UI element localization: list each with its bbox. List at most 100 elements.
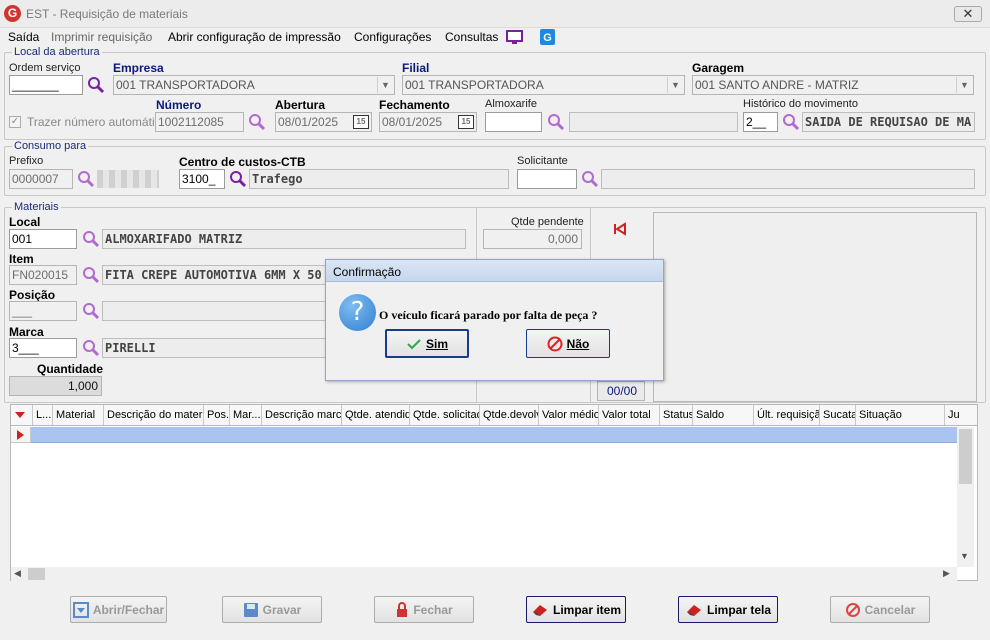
grid-col-3[interactable]: Pos.: [204, 405, 230, 425]
limpar-tela-button[interactable]: Limpar tela: [678, 596, 778, 623]
grid-col-2[interactable]: Descrição do material: [104, 405, 204, 425]
grid-col-5[interactable]: Descrição marca: [262, 405, 342, 425]
centro-custos-description: Trafego: [249, 169, 509, 189]
limpar-item-button[interactable]: Limpar item: [526, 596, 626, 623]
table-row[interactable]: [31, 427, 957, 443]
historico-label: Histórico do movimento: [743, 98, 858, 110]
gravar-button[interactable]: Gravar: [222, 596, 322, 623]
centro-custos-label: Centro de custos-CTB: [179, 155, 306, 169]
abertura-date-input[interactable]: 08/01/2025 15: [275, 112, 372, 132]
numero-input[interactable]: 1002112085: [155, 112, 244, 132]
close-button[interactable]: ✕: [954, 6, 982, 22]
check-icon: [407, 338, 421, 349]
search-icon[interactable]: [82, 230, 100, 248]
grid-col-1[interactable]: Material: [53, 405, 104, 425]
historico-code-input[interactable]: 2__: [743, 112, 778, 132]
prefixo-input[interactable]: 0000007: [9, 169, 73, 189]
scrollbar-thumb[interactable]: [28, 568, 45, 580]
search-icon[interactable]: [82, 339, 100, 357]
ordem-servico-input[interactable]: _______: [9, 75, 83, 95]
chevron-right-icon[interactable]: ▶: [943, 568, 950, 579]
grid-body[interactable]: [10, 426, 978, 581]
quantidade-input[interactable]: 1,000: [9, 376, 102, 396]
grid-col-12[interactable]: Saldo: [693, 405, 754, 425]
search-icon[interactable]: [82, 302, 100, 320]
garagem-value: 001 SANTO ANDRE - MATRIZ: [695, 78, 859, 92]
grid-col-14[interactable]: Sucata: [820, 405, 856, 425]
grid-col-15[interactable]: Situação: [856, 405, 945, 425]
search-icon[interactable]: [229, 170, 247, 188]
chevron-down-icon[interactable]: ▼: [667, 77, 683, 93]
title-bar: G EST - Requisição de materiais ✕: [0, 0, 990, 28]
no-button[interactable]: Não: [526, 329, 610, 358]
historico-description: SAIDA DE REQUISAO DE MA: [802, 112, 975, 132]
scrollbar-thumb[interactable]: [959, 429, 972, 484]
fechar-button[interactable]: Fechar: [374, 596, 474, 623]
posicao-input[interactable]: ___: [9, 301, 77, 321]
grid-col-9[interactable]: Valor médio: [539, 405, 599, 425]
chevron-down-icon[interactable]: ▼: [956, 77, 972, 93]
menu-consultas[interactable]: Consultas: [445, 28, 498, 46]
solicitante-input[interactable]: [517, 169, 577, 189]
fechamento-date-value: 08/01/2025: [382, 115, 443, 129]
no-label: Não: [566, 336, 590, 351]
almoxarife-input[interactable]: [485, 112, 542, 132]
grid-col-16[interactable]: Ju: [945, 405, 977, 425]
save-icon: [243, 602, 258, 617]
almoxarife-description: [569, 112, 738, 132]
empresa-select[interactable]: 001 TRANSPORTADORA ▼: [113, 75, 395, 95]
calendar-icon[interactable]: 15: [458, 115, 474, 129]
grid-col-10[interactable]: Valor total: [599, 405, 660, 425]
centro-custos-input[interactable]: 3100_: [179, 169, 225, 189]
search-icon[interactable]: [782, 113, 800, 131]
search-icon[interactable]: [581, 170, 599, 188]
search-icon[interactable]: [547, 113, 565, 131]
vertical-scrollbar[interactable]: ▼: [957, 427, 974, 567]
posicao-label: Posição: [9, 288, 56, 302]
first-record-icon[interactable]: [613, 222, 627, 236]
solicitante-description: [601, 169, 975, 189]
cancelar-button[interactable]: Cancelar: [830, 596, 930, 623]
menu-imprimir-requisicao[interactable]: Imprimir requisição: [51, 28, 152, 46]
search-icon[interactable]: [248, 113, 266, 131]
limpar-tela-label: Limpar tela: [706, 602, 772, 617]
gravar-label: Gravar: [262, 602, 302, 617]
grid-col-4[interactable]: Mar...: [230, 405, 262, 425]
garagem-select[interactable]: 001 SANTO ANDRE - MATRIZ ▼: [692, 75, 974, 95]
menu-saida[interactable]: Saída: [8, 28, 39, 46]
fechamento-date-input[interactable]: 08/01/2025 15: [379, 112, 477, 132]
search-icon[interactable]: [82, 266, 100, 284]
chevron-down-icon[interactable]: ▼: [377, 77, 393, 93]
yes-button[interactable]: Sim: [385, 329, 469, 358]
dialog-title: Confirmação: [333, 265, 402, 279]
grid-menu-icon[interactable]: [11, 405, 33, 425]
search-icon[interactable]: [77, 170, 95, 188]
trazer-numero-label: Trazer número automático: [27, 115, 168, 129]
trazer-numero-checkbox[interactable]: ✓: [9, 116, 21, 128]
filial-select[interactable]: 001 TRANSPORTADORA ▼: [402, 75, 685, 95]
menu-configuracoes[interactable]: Configurações: [354, 28, 431, 46]
chevron-left-icon[interactable]: ◀: [14, 568, 21, 579]
chevron-down-icon[interactable]: ▼: [960, 551, 969, 561]
menu-abrir-configuracao[interactable]: Abrir configuração de impressão: [168, 28, 341, 46]
app-shortcut-icon[interactable]: G: [540, 29, 555, 45]
local-label: Local: [9, 215, 41, 229]
calendar-icon[interactable]: 15: [353, 115, 369, 129]
grid-col-6[interactable]: Qtde. atendida: [342, 405, 410, 425]
marca-input[interactable]: 3___: [9, 338, 77, 358]
prefixo-description-blurred: [97, 170, 159, 188]
grid-col-8[interactable]: Qtde.devolv.: [480, 405, 539, 425]
row-indicator[interactable]: [11, 427, 31, 443]
grid-col-13[interactable]: Últ. requisição: [754, 405, 820, 425]
horizontal-scrollbar[interactable]: ◀ ▶: [11, 567, 957, 581]
search-icon[interactable]: [87, 76, 105, 94]
grid-col-7[interactable]: Qtde. solicitada: [410, 405, 480, 425]
grid-col-11[interactable]: Status: [660, 405, 693, 425]
abrir-fechar-button[interactable]: Abrir/Fechar: [70, 596, 167, 623]
qtde-pendente-value: 0,000: [483, 229, 582, 249]
grid-col-0[interactable]: L...: [33, 405, 53, 425]
item-input[interactable]: FN020015: [9, 265, 77, 285]
local-input[interactable]: 001: [9, 229, 77, 249]
abrir-fechar-label: Abrir/Fechar: [92, 602, 165, 617]
monitor-icon[interactable]: [506, 30, 523, 45]
